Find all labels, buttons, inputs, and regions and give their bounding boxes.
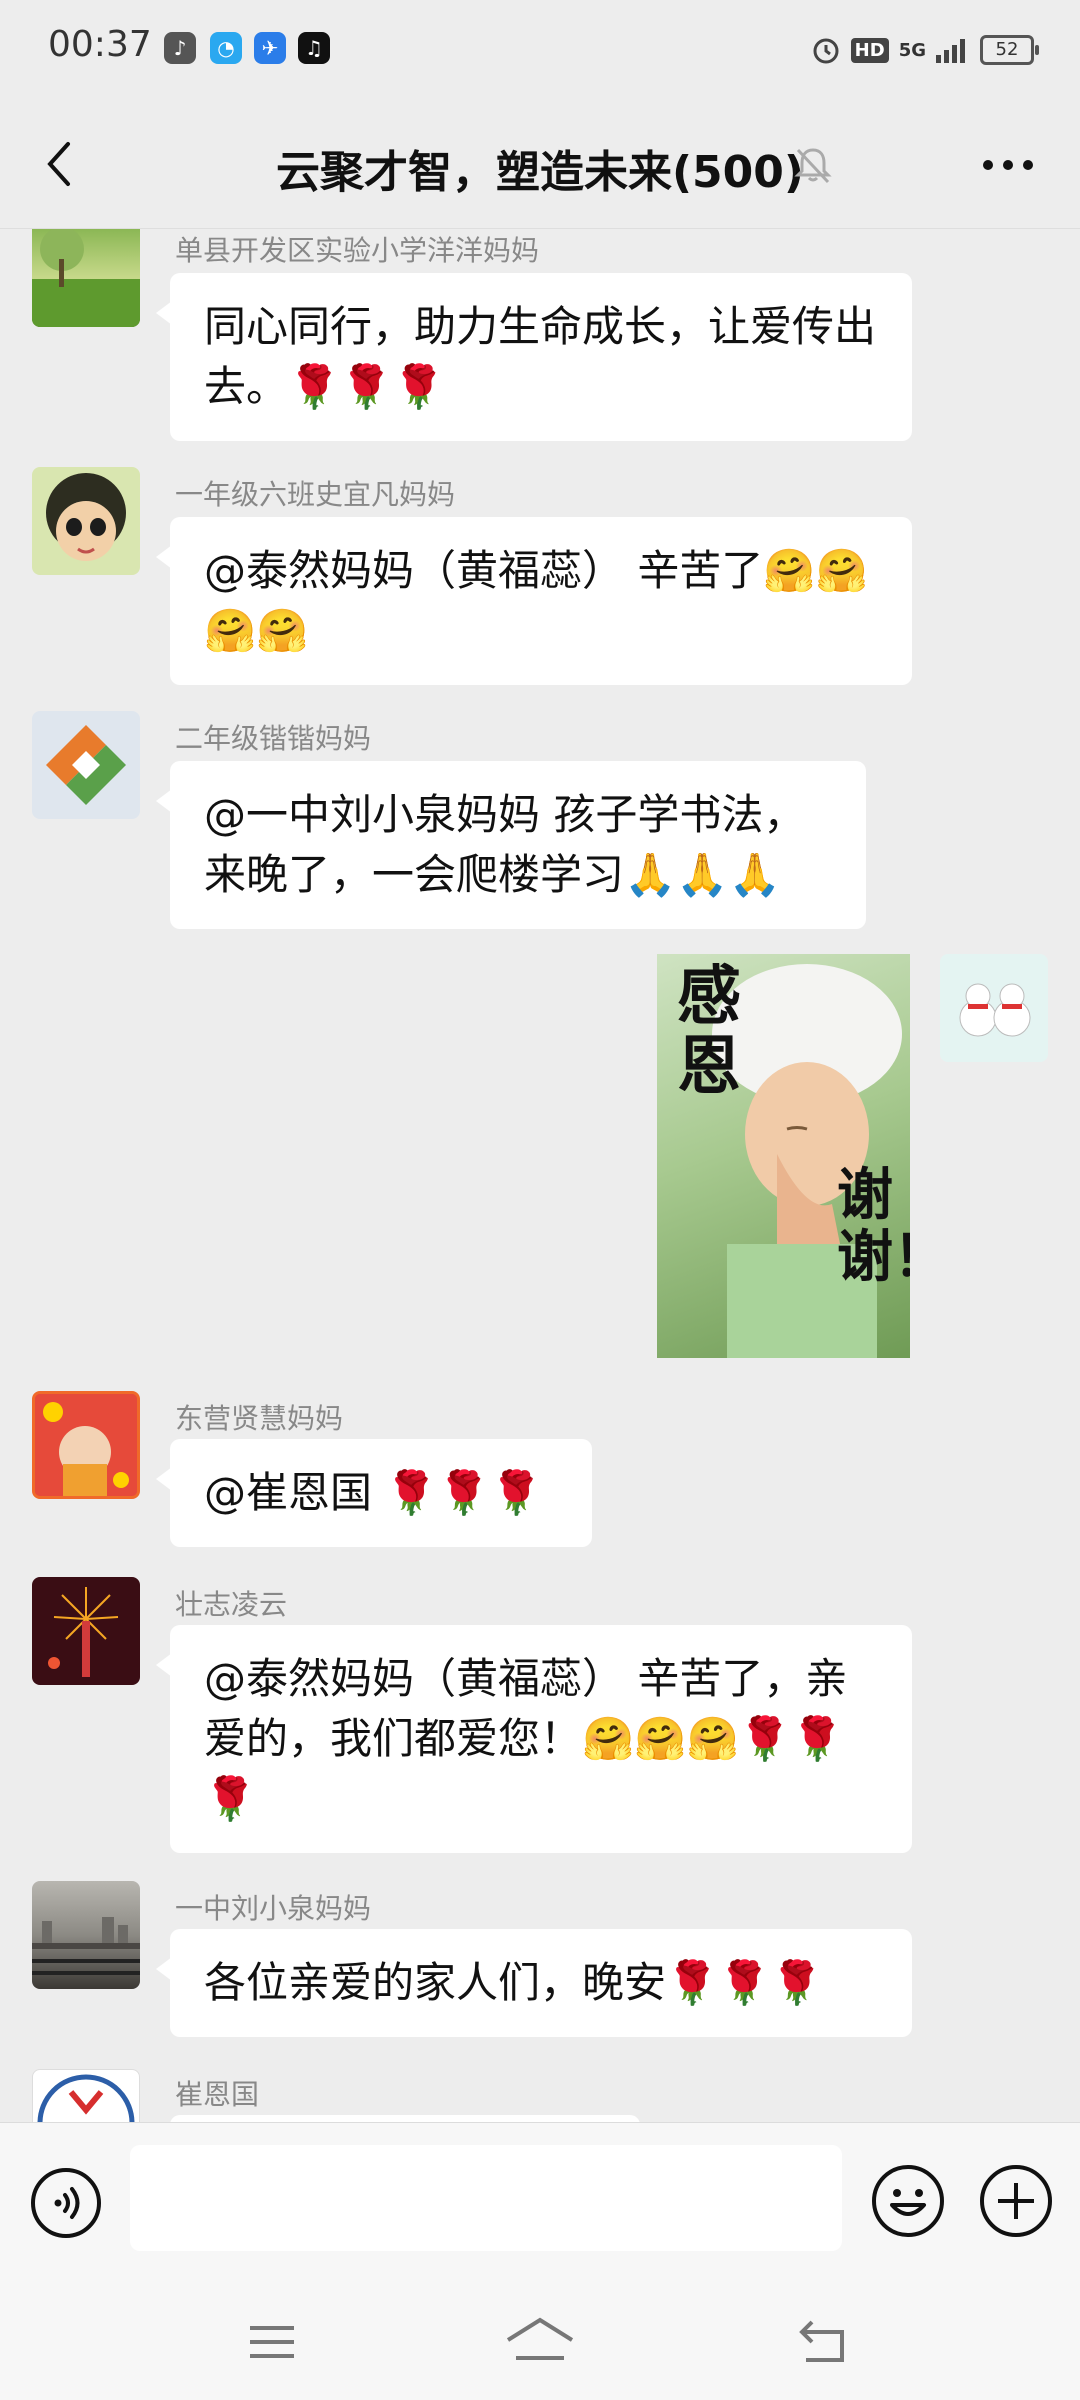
return-icon[interactable] [794, 2314, 850, 2370]
plus-icon[interactable] [978, 2163, 1054, 2239]
sticker-caption-right: 谢谢！ [837, 1162, 910, 1290]
menu-icon[interactable] [244, 2314, 300, 2370]
message-text: 同心同行，助力生命成长，让爱传出去。🌹🌹🌹 [204, 302, 877, 411]
avatar[interactable] [32, 1577, 140, 1685]
chat-header: 云聚才智，塑造未来(500) [0, 100, 1080, 229]
music-app-icon: ♪ [164, 32, 196, 64]
avatar[interactable] [32, 711, 140, 819]
emoji-icon[interactable] [870, 2163, 946, 2239]
sender-name: 一年级六班史宜凡妈妈 [175, 478, 456, 511]
sender-name: 单县开发区实验小学洋洋妈妈 [175, 234, 540, 267]
more-icon[interactable] [978, 144, 1038, 186]
sticker-image[interactable]: 感恩 谢谢！ [657, 954, 910, 1358]
home-icon[interactable] [504, 2314, 576, 2370]
sender-name: 壮志凌云 [175, 1588, 288, 1621]
input-bar [0, 2122, 1080, 2285]
mute-bell-icon [794, 148, 832, 184]
sticker-caption-left: 感恩 [677, 959, 741, 1104]
mail-app-icon: ✈ [254, 32, 286, 64]
voice-icon[interactable] [30, 2167, 102, 2239]
message-bubble[interactable]: 各位亲爱的家人们，晚安🌹🌹🌹 [156, 1929, 912, 2037]
message-bubble[interactable]: @泰然妈妈（黄福蕊） 辛苦了，亲爱的，我们都爱您！🤗🤗🤗🌹🌹🌹 [156, 1625, 912, 1853]
network-label: 5G [898, 39, 926, 61]
message-text: @泰然妈妈（黄福蕊） 辛苦了🤗🤗🤗🤗 [204, 546, 868, 655]
avatar[interactable] [32, 229, 140, 327]
sender-name: 二年级锴锴妈妈 [175, 722, 372, 755]
sender-name: 东营贤慧妈妈 [175, 1402, 344, 1435]
hd-badge: HD [850, 37, 889, 63]
message-bubble[interactable]: @一中刘小泉妈妈 孩子学书法，来晚了，一会爬楼学习🙏🙏🙏 [156, 761, 866, 929]
sender-name: 崔恩国 [175, 2078, 260, 2111]
avatar[interactable] [32, 2069, 140, 2122]
status-bar: 00:37 ♪ ◔ ✈ ♫ HD 5G 52 [0, 0, 1080, 100]
message-text: @泰然妈妈（黄福蕊） 辛苦了，亲爱的，我们都爱您！🤗🤗🤗🌹🌹🌹 [204, 1654, 848, 1823]
message-text: 各位亲爱的家人们，晚安🌹🌹🌹 [204, 1958, 823, 2007]
message-input[interactable] [130, 2145, 842, 2251]
message-text: @崔恩国 🌹🌹🌹 [204, 1468, 543, 1517]
message-bubble[interactable] [170, 2115, 640, 2122]
battery-indicator: 52 [980, 35, 1039, 65]
signal-icon [936, 39, 965, 63]
avatar[interactable] [32, 1881, 140, 1989]
self-avatar[interactable] [940, 954, 1048, 1062]
message-bubble[interactable]: @崔恩国 🌹🌹🌹 [156, 1439, 592, 1547]
sender-name: 一中刘小泉妈妈 [175, 1892, 372, 1925]
browser-app-icon: ◔ [210, 32, 242, 64]
status-time: 00:37 [48, 24, 152, 65]
message-bubble[interactable]: 同心同行，助力生命成长，让爱传出去。🌹🌹🌹 [156, 273, 912, 441]
status-indicators: HD 5G 52 [811, 30, 1039, 70]
avatar[interactable] [32, 467, 140, 575]
system-navigation-bar [0, 2284, 1080, 2400]
message-list[interactable]: 单县开发区实验小学洋洋妈妈 同心同行，助力生命成长，让爱传出去。🌹🌹🌹 一年级六… [0, 229, 1080, 2122]
group-title: 云聚才智，塑造未来(500) [275, 147, 805, 198]
avatar[interactable] [32, 1391, 140, 1499]
tiktok-app-icon: ♫ [298, 32, 330, 64]
message-bubble[interactable]: @泰然妈妈（黄福蕊） 辛苦了🤗🤗🤗🤗 [156, 517, 912, 685]
alarm-icon [813, 38, 839, 64]
message-text: @一中刘小泉妈妈 孩子学书法，来晚了，一会爬楼学习🙏🙏🙏 [204, 790, 806, 899]
